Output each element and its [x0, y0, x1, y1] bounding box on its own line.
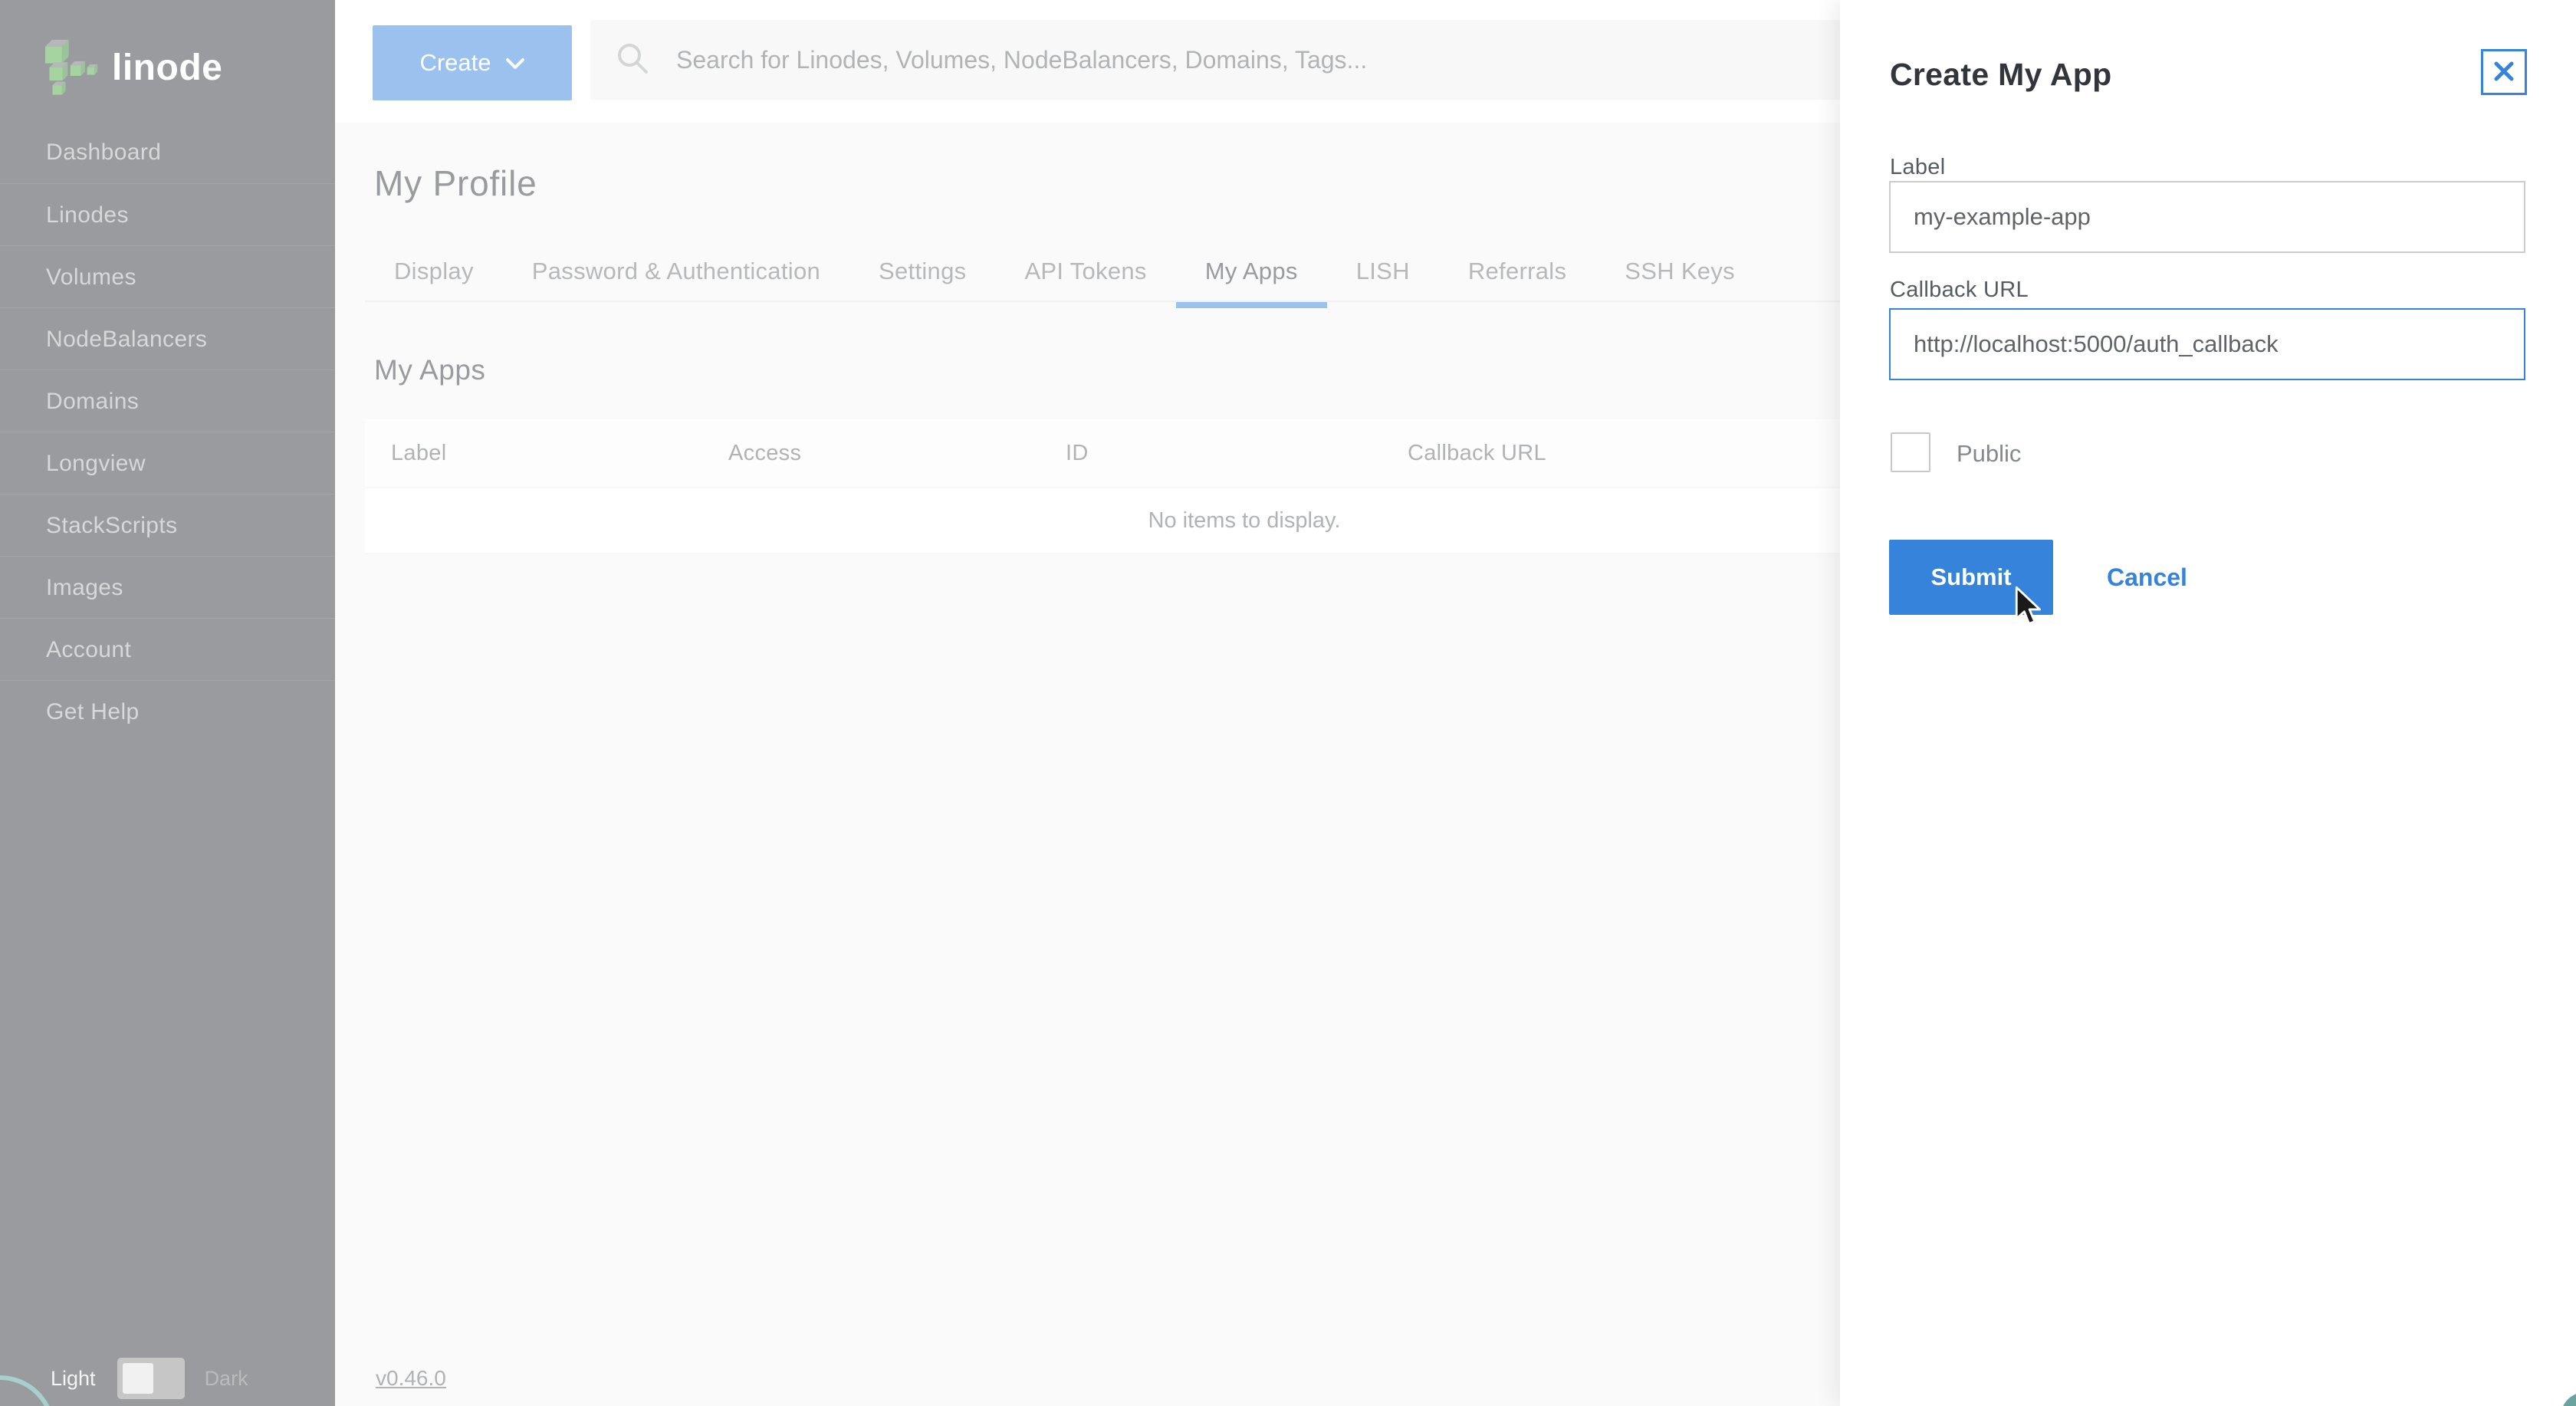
- cancel-button[interactable]: Cancel: [2093, 540, 2201, 615]
- public-checkbox-label: Public: [1957, 440, 2022, 467]
- create-my-app-drawer: Create My App Label Callback URL Public …: [1840, 0, 2576, 1406]
- callback-url-field-label: Callback URL: [1890, 278, 2029, 302]
- label-input[interactable]: [1889, 181, 2525, 253]
- public-checkbox[interactable]: [1891, 432, 1930, 472]
- submit-button[interactable]: Submit: [1889, 540, 2053, 615]
- callback-url-input[interactable]: [1889, 308, 2525, 380]
- label-field-label: Label: [1890, 155, 1946, 179]
- app-root: linode Dashboard Linodes Volumes NodeBal…: [0, 0, 2576, 1406]
- close-drawer-button[interactable]: [2481, 49, 2527, 95]
- drawer-title: Create My App: [1890, 57, 2112, 92]
- close-icon: [2492, 59, 2516, 86]
